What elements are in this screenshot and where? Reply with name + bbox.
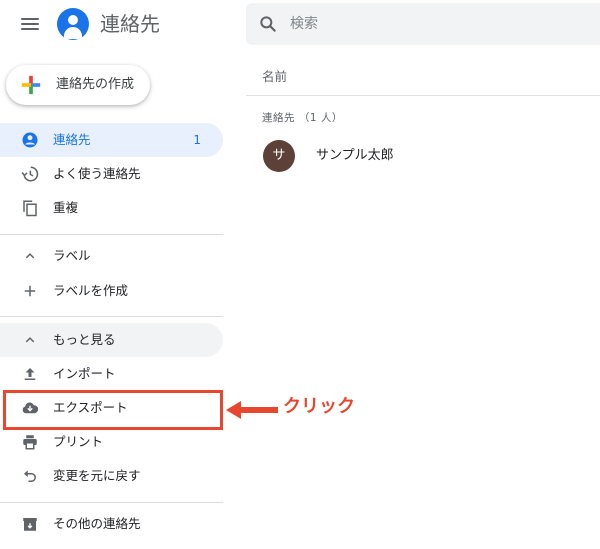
copy-icon xyxy=(23,200,37,217)
sidebar-item-label: 重複 xyxy=(53,200,79,215)
sidebar-divider xyxy=(0,234,223,235)
printer-icon xyxy=(23,435,37,450)
contacts-logo-icon xyxy=(57,8,89,40)
sidebar-item-label: ラベル xyxy=(53,248,91,263)
sidebar-item-label: プリント xyxy=(53,434,104,449)
person-icon xyxy=(22,132,38,148)
sidebar-item-contacts[interactable]: 連絡先 1 xyxy=(0,123,223,157)
create-contact-button[interactable]: 連絡先の作成 xyxy=(6,65,150,105)
sidebar-item-frequent[interactable]: よく使う連絡先 xyxy=(0,157,223,191)
chevron-up-icon xyxy=(25,337,35,343)
sidebar-item-undo-changes[interactable]: 変更を元に戻す xyxy=(0,459,223,493)
click-annotation-label: クリック xyxy=(283,396,355,417)
sidebar-item-label: 連絡先 xyxy=(53,132,91,147)
sidebar-item-label: 変更を元に戻す xyxy=(53,468,141,483)
name-column-header[interactable]: 名前 xyxy=(262,66,287,85)
app-title: 連絡先 xyxy=(100,12,160,36)
left-arrow-icon xyxy=(226,401,278,419)
menu-icon xyxy=(21,18,39,20)
sidebar-item-label: その他の連絡先 xyxy=(53,516,141,531)
main-menu-button[interactable] xyxy=(18,12,42,36)
sidebar-item-label: よく使う連絡先 xyxy=(53,166,141,181)
contact-count-badge: 1 xyxy=(193,133,201,147)
search-bar xyxy=(246,3,600,45)
sidebar-labels-toggle[interactable]: ラベル xyxy=(0,239,223,273)
contact-row[interactable]: サ サンプル太郎 xyxy=(246,138,600,176)
contacts-group-label: 連絡先 （1 人） xyxy=(262,112,343,124)
sidebar-item-duplicates[interactable]: 重複 xyxy=(0,191,223,225)
create-contact-label: 連絡先の作成 xyxy=(56,77,135,92)
colorful-plus-icon xyxy=(21,75,41,95)
avatar: サ xyxy=(263,140,295,172)
undo-icon xyxy=(24,470,36,482)
sidebar-item-label: もっと見る xyxy=(53,332,116,347)
search-icon[interactable] xyxy=(258,14,278,34)
header-divider xyxy=(246,95,600,96)
sidebar-item-label: インポート xyxy=(53,366,116,381)
sidebar-divider xyxy=(0,316,223,317)
archive-icon xyxy=(23,518,37,531)
sidebar-item-import[interactable]: インポート xyxy=(0,357,223,391)
sidebar-item-other-contacts[interactable]: その他の連絡先 xyxy=(0,507,223,541)
history-icon xyxy=(21,166,39,182)
sidebar-item-print[interactable]: プリント xyxy=(0,425,223,459)
upload-icon xyxy=(24,368,36,380)
sidebar-item-create-label[interactable]: ラベルを作成 xyxy=(0,274,223,308)
contact-name: サンプル太郎 xyxy=(316,148,394,163)
chevron-up-icon xyxy=(25,253,35,259)
export-highlight-box xyxy=(3,390,223,430)
sidebar-more-toggle[interactable]: もっと見る xyxy=(0,323,223,357)
plus-icon xyxy=(24,285,36,297)
sidebar-divider xyxy=(0,502,223,503)
sidebar-item-label: ラベルを作成 xyxy=(53,283,129,298)
search-input[interactable] xyxy=(290,3,590,45)
